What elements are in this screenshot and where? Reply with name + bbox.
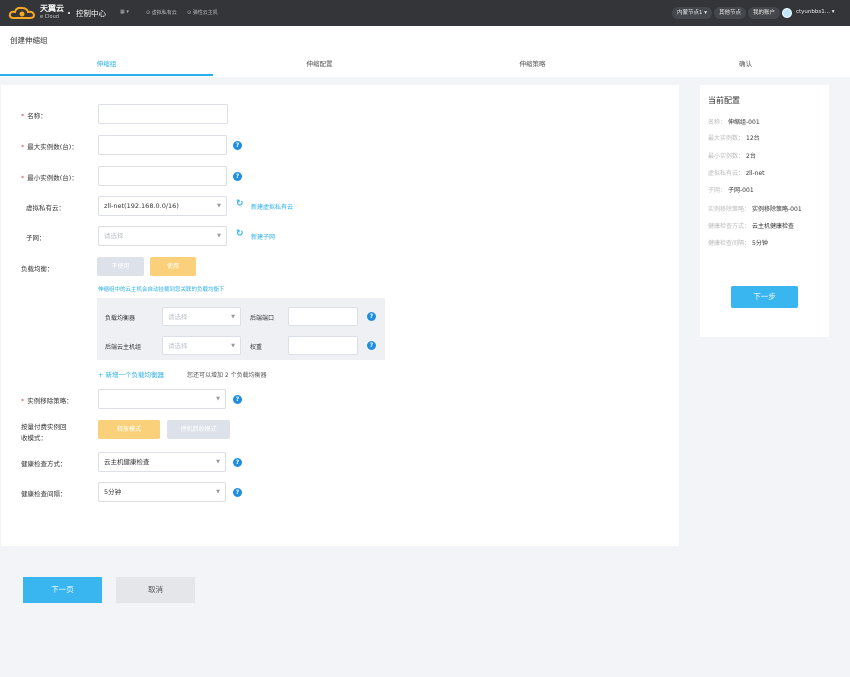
- backend-group-placeholder: 请选择: [168, 342, 188, 350]
- step-scaling-policy[interactable]: 伸缩策略: [426, 58, 639, 68]
- max-instances-label: * 最大实例数(台)：: [21, 143, 78, 151]
- separator-dot: [68, 12, 70, 14]
- chevron-down-icon: ▼: [231, 343, 235, 349]
- subnet-label: 子网：: [26, 234, 46, 242]
- chevron-down-icon: ▼: [216, 489, 220, 495]
- weight-label: 权重: [250, 344, 263, 351]
- lb-enable-button[interactable]: 使用: [150, 257, 196, 276]
- health-check-label: 健康检查方式：: [21, 460, 67, 468]
- backend-port-input[interactable]: [288, 307, 358, 326]
- health-interval-select[interactable]: 5分钟 ▼: [98, 482, 226, 502]
- removal-policy-select[interactable]: ▼: [98, 389, 226, 409]
- summary-item: 名称： 伸缩组-001: [708, 119, 760, 126]
- chevron-down-icon: ▼: [231, 314, 235, 320]
- user-menu[interactable]: ctyunbbs1... ▾: [796, 9, 835, 15]
- active-step-indicator: [0, 74, 213, 76]
- name-input[interactable]: [98, 104, 228, 124]
- create-subnet-link[interactable]: 新建子网: [251, 232, 275, 241]
- summary-next-button[interactable]: 下一步: [731, 286, 798, 308]
- shortcut-vpc[interactable]: ⊙ 虚拟私有云: [146, 9, 177, 16]
- refresh-icon[interactable]: ↻: [236, 229, 244, 239]
- other-nodes-button[interactable]: 其他节点: [714, 7, 747, 19]
- summary-item: 虚拟私有云： zll-net: [708, 170, 765, 177]
- weight-input[interactable]: [288, 336, 358, 355]
- step-scaling-config[interactable]: 伸缩配置: [213, 58, 426, 68]
- logo-subtext: e Cloud: [40, 14, 59, 20]
- page-header: [0, 26, 850, 77]
- load-balance-label: 负载均衡：: [21, 265, 54, 273]
- user-name: ctyunbbs1...: [796, 9, 830, 15]
- ecloud-logo[interactable]: [8, 5, 38, 21]
- help-icon[interactable]: ?: [233, 141, 242, 150]
- page-title: 创建伸缩组: [10, 36, 48, 45]
- backend-group-label: 后端云主机组: [105, 344, 142, 351]
- removal-policy-label: * 实例移除策略：: [21, 397, 73, 405]
- summary-item: 实例移除策略： 实例移除策略-001: [708, 206, 802, 213]
- vpc-label: 虚拟私有云：: [26, 204, 65, 212]
- release-mode-button[interactable]: 释放模式: [98, 420, 160, 439]
- plus-icon: +: [98, 371, 106, 379]
- help-icon[interactable]: ?: [367, 341, 376, 350]
- health-interval-label: 健康检查间隔：: [21, 490, 67, 498]
- lb-disable-button[interactable]: 不使用: [97, 257, 144, 276]
- next-page-button[interactable]: 下一页: [23, 577, 102, 603]
- vpc-select[interactable]: zll-net(192.168.0.0/16) ▼: [98, 196, 227, 216]
- help-icon[interactable]: ?: [367, 312, 376, 321]
- user-avatar[interactable]: [782, 8, 792, 18]
- health-check-value: 云主机健康检查: [104, 458, 150, 466]
- max-instances-input[interactable]: [98, 135, 227, 155]
- summary-item: 健康检查间隔： 5分钟: [708, 240, 768, 247]
- chevron-down-icon: ▼: [216, 396, 220, 402]
- chevron-down-icon: ▼: [217, 203, 221, 209]
- region-selector[interactable]: 内蒙节点1 ▾: [672, 7, 713, 19]
- console-link[interactable]: 控制中心: [76, 8, 106, 19]
- step-confirm[interactable]: 确认: [639, 58, 850, 68]
- health-check-select[interactable]: 云主机健康检查 ▼: [98, 452, 226, 472]
- add-balancer-link[interactable]: + 新增一个负载均衡器: [98, 369, 164, 379]
- chevron-down-icon: ▼: [216, 459, 220, 465]
- create-vpc-link[interactable]: 新建虚拟私有云: [251, 202, 293, 211]
- summary-item: 最大实例数： 12台: [708, 135, 760, 142]
- my-account-button[interactable]: 我的账户: [748, 7, 781, 19]
- name-label: * 名称：: [21, 112, 47, 120]
- min-instances-label: * 最小实例数(台)：: [21, 174, 78, 182]
- summary-title: 当前配置: [708, 96, 740, 105]
- min-instances-input[interactable]: [98, 166, 227, 186]
- backend-group-select[interactable]: 请选择 ▼: [162, 336, 241, 355]
- summary-item: 健康检查方式： 云主机健康检查: [708, 223, 795, 230]
- shortcut-vpc-label: 虚拟私有云: [151, 10, 177, 16]
- recycle-mode-label-1: 按量付费实例回: [21, 423, 67, 431]
- region-label: 内蒙节点1: [677, 10, 703, 16]
- health-interval-value: 5分钟: [104, 488, 122, 496]
- subnet-select[interactable]: 请选择 ▼: [98, 226, 227, 246]
- help-icon[interactable]: ?: [233, 488, 242, 497]
- add-balancer-note: 您还可以增加 2 个负载均衡器: [187, 372, 267, 379]
- shortcut-ecs[interactable]: ⊙ 弹性云主机: [187, 9, 218, 16]
- lb-balancer-select[interactable]: 请选择 ▼: [162, 307, 241, 326]
- refresh-icon[interactable]: ↻: [236, 199, 244, 209]
- help-icon[interactable]: ?: [233, 458, 242, 467]
- lb-balancer-placeholder: 请选择: [168, 313, 188, 321]
- step-scaling-group[interactable]: 伸缩组: [0, 58, 213, 68]
- cancel-button[interactable]: 取消: [116, 577, 195, 603]
- shortcut-ecs-label: 弹性云主机: [192, 10, 218, 16]
- chevron-down-icon: ▼: [217, 233, 221, 239]
- top-navbar: 天翼云 e Cloud 控制中心 ▦ ▾ ⊙ 虚拟私有云 ⊙ 弹性云主机 内蒙节…: [0, 0, 850, 26]
- summary-item: 最小实例数： 2台: [708, 153, 756, 160]
- lb-balancer-label: 负载均衡器: [105, 315, 136, 322]
- subnet-placeholder: 请选择: [104, 232, 124, 240]
- logo-text: 天翼云: [40, 4, 64, 13]
- help-icon[interactable]: ?: [233, 172, 242, 181]
- backend-port-label: 后端端口: [250, 315, 275, 322]
- grid-menu-icon[interactable]: ▦ ▾: [120, 9, 129, 15]
- lb-hint: 伸缩组中的云主机会自动挂载到您关联的负载均衡下: [98, 287, 225, 293]
- recycle-mode-label-2: 收模式：: [21, 434, 47, 442]
- help-icon[interactable]: ?: [233, 395, 242, 404]
- stop-recycle-mode-button[interactable]: 停机回收模式: [167, 420, 230, 439]
- summary-item: 子网： 子网-001: [708, 187, 754, 194]
- vpc-value: zll-net(192.168.0.0/16): [104, 202, 179, 210]
